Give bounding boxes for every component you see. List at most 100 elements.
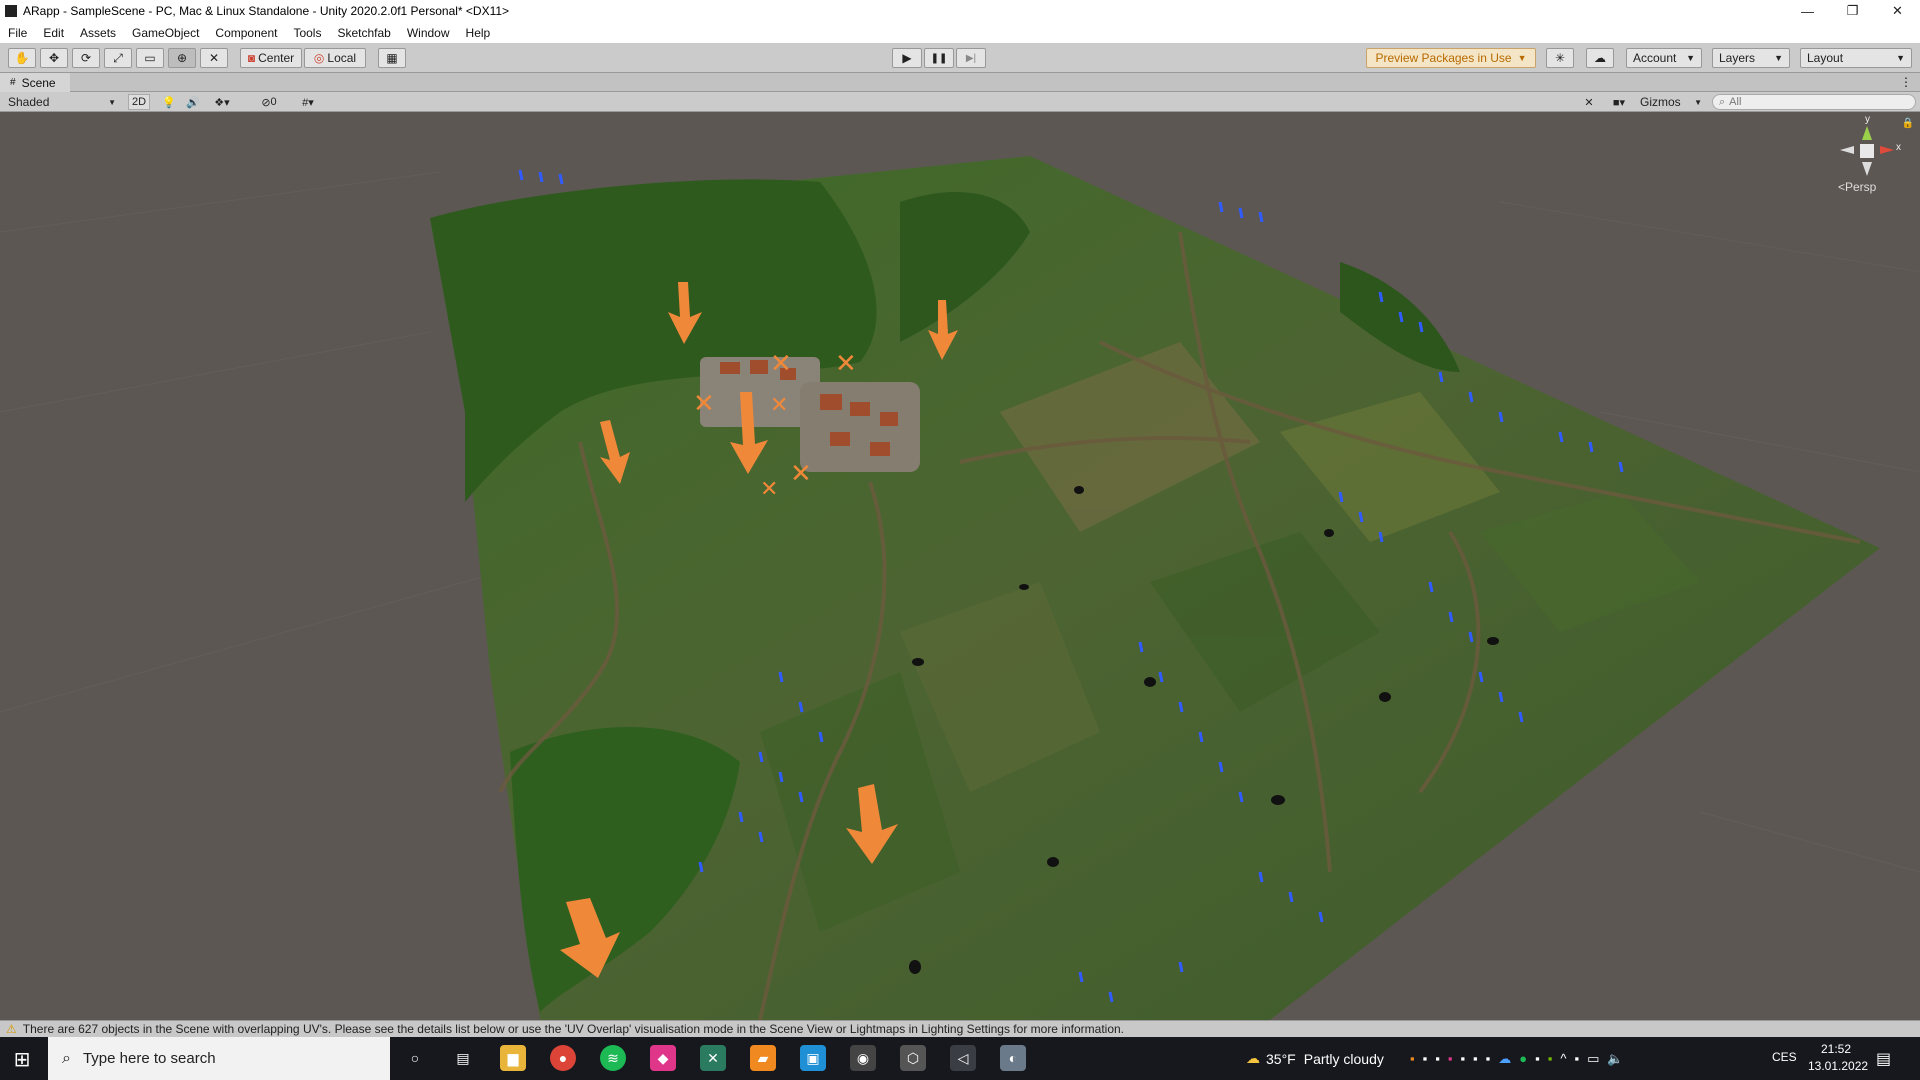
custom-tool-button[interactable]: ✕ — [200, 48, 228, 68]
tray-app-icon[interactable]: ▪ — [1435, 1051, 1440, 1066]
weather-desc: Partly cloudy — [1303, 1050, 1384, 1067]
hidden-count: 0 — [270, 96, 277, 108]
chevron-down-icon: ▼ — [1896, 53, 1905, 63]
lock-icon[interactable]: 🔒 — [1902, 118, 1914, 129]
preview-packages-dropdown[interactable]: Preview Packages in Use ▼ — [1366, 48, 1536, 68]
shading-mode-dropdown[interactable]: Shaded ▼ — [4, 94, 120, 110]
view-gizmo[interactable]: y x <Persp — [1832, 114, 1902, 198]
menu-sketchfab[interactable]: Sketchfab — [329, 26, 398, 40]
tray-app-icon[interactable]: ▪ — [1423, 1051, 1428, 1066]
onedrive-icon[interactable]: ☁ — [1498, 1051, 1511, 1067]
rotate-tool-button[interactable]: ⟳ — [72, 48, 100, 68]
audio-toggle[interactable]: 🔊 — [184, 94, 202, 110]
tray-app-icon[interactable]: ▪ — [1473, 1051, 1478, 1066]
chrome-icon[interactable]: ● — [550, 1045, 576, 1071]
tray-app-icon[interactable]: ▪ — [1535, 1051, 1540, 1066]
gizmos-dropdown[interactable]: Gizmos ▼ — [1640, 94, 1702, 110]
tray-app-icon[interactable]: ▪ — [1486, 1051, 1491, 1066]
account-dropdown[interactable]: Account ▼ — [1626, 48, 1702, 68]
preview-packages-label: Preview Packages in Use — [1375, 51, 1512, 65]
layers-dropdown[interactable]: Layers ▼ — [1712, 48, 1790, 68]
cortana-icon[interactable]: ○ — [402, 1045, 428, 1071]
unity-editor-icon[interactable]: ◁ — [950, 1045, 976, 1071]
app-icon-pink[interactable]: ◆ — [650, 1045, 676, 1071]
menu-assets[interactable]: Assets — [72, 26, 124, 40]
space-label: Local — [327, 51, 357, 65]
menu-gameobject[interactable]: GameObject — [124, 26, 207, 40]
restore-button[interactable]: ❐ — [1830, 0, 1875, 22]
scene-search-input[interactable]: ⌕ All — [1712, 94, 1916, 110]
effects-dropdown[interactable]: ❖▾ — [208, 94, 236, 110]
menu-edit[interactable]: Edit — [35, 26, 72, 40]
menu-window[interactable]: Window — [399, 26, 458, 40]
nvidia-icon[interactable]: ▪ — [1548, 1051, 1553, 1066]
rect-tool-button[interactable]: ▭ — [136, 48, 164, 68]
close-button[interactable]: ✕ — [1875, 0, 1920, 22]
chevron-down-icon: ▼ — [1774, 53, 1783, 63]
search-icon: ⌕ — [1719, 95, 1726, 108]
tools-toggle[interactable]: ✕ — [1580, 94, 1598, 110]
toggle-2d-button[interactable]: 2D — [128, 94, 150, 110]
unity-hub-icon[interactable]: ⬡ — [900, 1045, 926, 1071]
collab-button[interactable]: ☁ — [1586, 48, 1614, 68]
chevron-down-icon: ▼ — [1686, 53, 1695, 63]
services-button[interactable]: ✳ — [1546, 48, 1574, 68]
scene-render: ✕ ✕ ✕ ✕ ✕ ✕ — [0, 156, 1920, 1020]
status-message[interactable]: There are 627 objects in the Scene with … — [23, 1022, 1124, 1036]
view-mode-label[interactable]: <Persp — [1838, 180, 1876, 194]
scene-viewport[interactable]: ✕ ✕ ✕ ✕ ✕ ✕ y x <Persp 🔒 — [0, 112, 1920, 1020]
hidden-objects-toggle[interactable]: ⊘ 0 — [254, 94, 284, 110]
usb-icon[interactable]: ▪ — [1574, 1051, 1579, 1066]
photoshop-icon[interactable]: ▣ — [800, 1045, 826, 1071]
tools-icon: ✕ — [1584, 96, 1594, 109]
vectorworks-icon[interactable]: ✕ — [700, 1045, 726, 1071]
blender-icon[interactable]: ◐ — [1000, 1045, 1026, 1071]
scale-tool-button[interactable]: ⤢ — [104, 48, 132, 68]
clock[interactable]: 21:52 13.01.2022 — [1808, 1041, 1868, 1075]
menu-file[interactable]: File — [0, 26, 35, 40]
taskbar-search-placeholder: Type here to search — [82, 1050, 216, 1067]
hand-tool-button[interactable]: ✋ — [8, 48, 36, 68]
file-explorer-icon[interactable]: ▆ — [500, 1045, 526, 1071]
spotify-icon[interactable]: ≋ — [600, 1045, 626, 1071]
pause-button[interactable]: ❚❚ — [924, 48, 954, 68]
menu-tools[interactable]: Tools — [285, 26, 329, 40]
lighting-toggle[interactable]: 💡 — [160, 94, 178, 110]
layout-dropdown[interactable]: Layout ▼ — [1800, 48, 1912, 68]
tray-app-icon[interactable]: ▪ — [1410, 1051, 1415, 1066]
grid-snap-icon: ▦ — [386, 51, 398, 65]
network-icon[interactable]: ▭ — [1587, 1051, 1599, 1067]
gizmo-x-label: x — [1896, 142, 1901, 153]
sublime-icon[interactable]: ▰ — [750, 1045, 776, 1071]
tray-app-icon[interactable]: ▪ — [1460, 1051, 1465, 1066]
play-button[interactable]: ▶ — [892, 48, 922, 68]
tab-scene[interactable]: # Scene — [0, 73, 70, 92]
clock-time: 21:52 — [1820, 1042, 1852, 1056]
pivot-space-button[interactable]: ◎ Local — [304, 48, 366, 68]
notification-icon[interactable]: ▤ — [1876, 1049, 1891, 1069]
game-icon[interactable]: ◉ — [850, 1045, 876, 1071]
layers-label: Layers — [1719, 51, 1756, 65]
menu-help[interactable]: Help — [458, 26, 499, 40]
move-tool-button[interactable]: ✥ — [40, 48, 68, 68]
tray-spotify-icon[interactable]: ● — [1519, 1051, 1527, 1066]
language-indicator[interactable]: CES — [1772, 1050, 1797, 1064]
start-button[interactable]: ⊞ — [10, 1047, 34, 1071]
taskbar-search-box[interactable]: ⌕ Type here to search — [48, 1037, 390, 1080]
weather-widget[interactable]: ☁ 35°F Partly cloudy — [1246, 1037, 1384, 1080]
pivot-center-button[interactable]: ◙ Center — [240, 48, 302, 68]
snap-button[interactable]: ▦ — [378, 48, 406, 68]
step-button[interactable]: ▶| — [956, 48, 986, 68]
menu-component[interactable]: Component — [207, 26, 285, 40]
minimize-button[interactable]: — — [1785, 0, 1830, 22]
transform-tool-button[interactable]: ⊕ — [168, 48, 196, 68]
chevron-up-icon[interactable]: ^ — [1560, 1051, 1566, 1066]
tab-menu-icon[interactable]: ⋮ — [1900, 75, 1912, 89]
tray-app-icon[interactable]: ▪ — [1448, 1051, 1453, 1066]
pivot-label: Center — [258, 51, 295, 65]
task-view-icon[interactable]: ▤ — [450, 1045, 476, 1071]
grid-dropdown[interactable]: #▾ — [290, 94, 326, 110]
volume-icon[interactable]: 🔈 — [1607, 1051, 1623, 1067]
camera-dropdown[interactable]: ■▾ — [1604, 94, 1634, 110]
pivot-icon: ◙ — [247, 51, 256, 65]
